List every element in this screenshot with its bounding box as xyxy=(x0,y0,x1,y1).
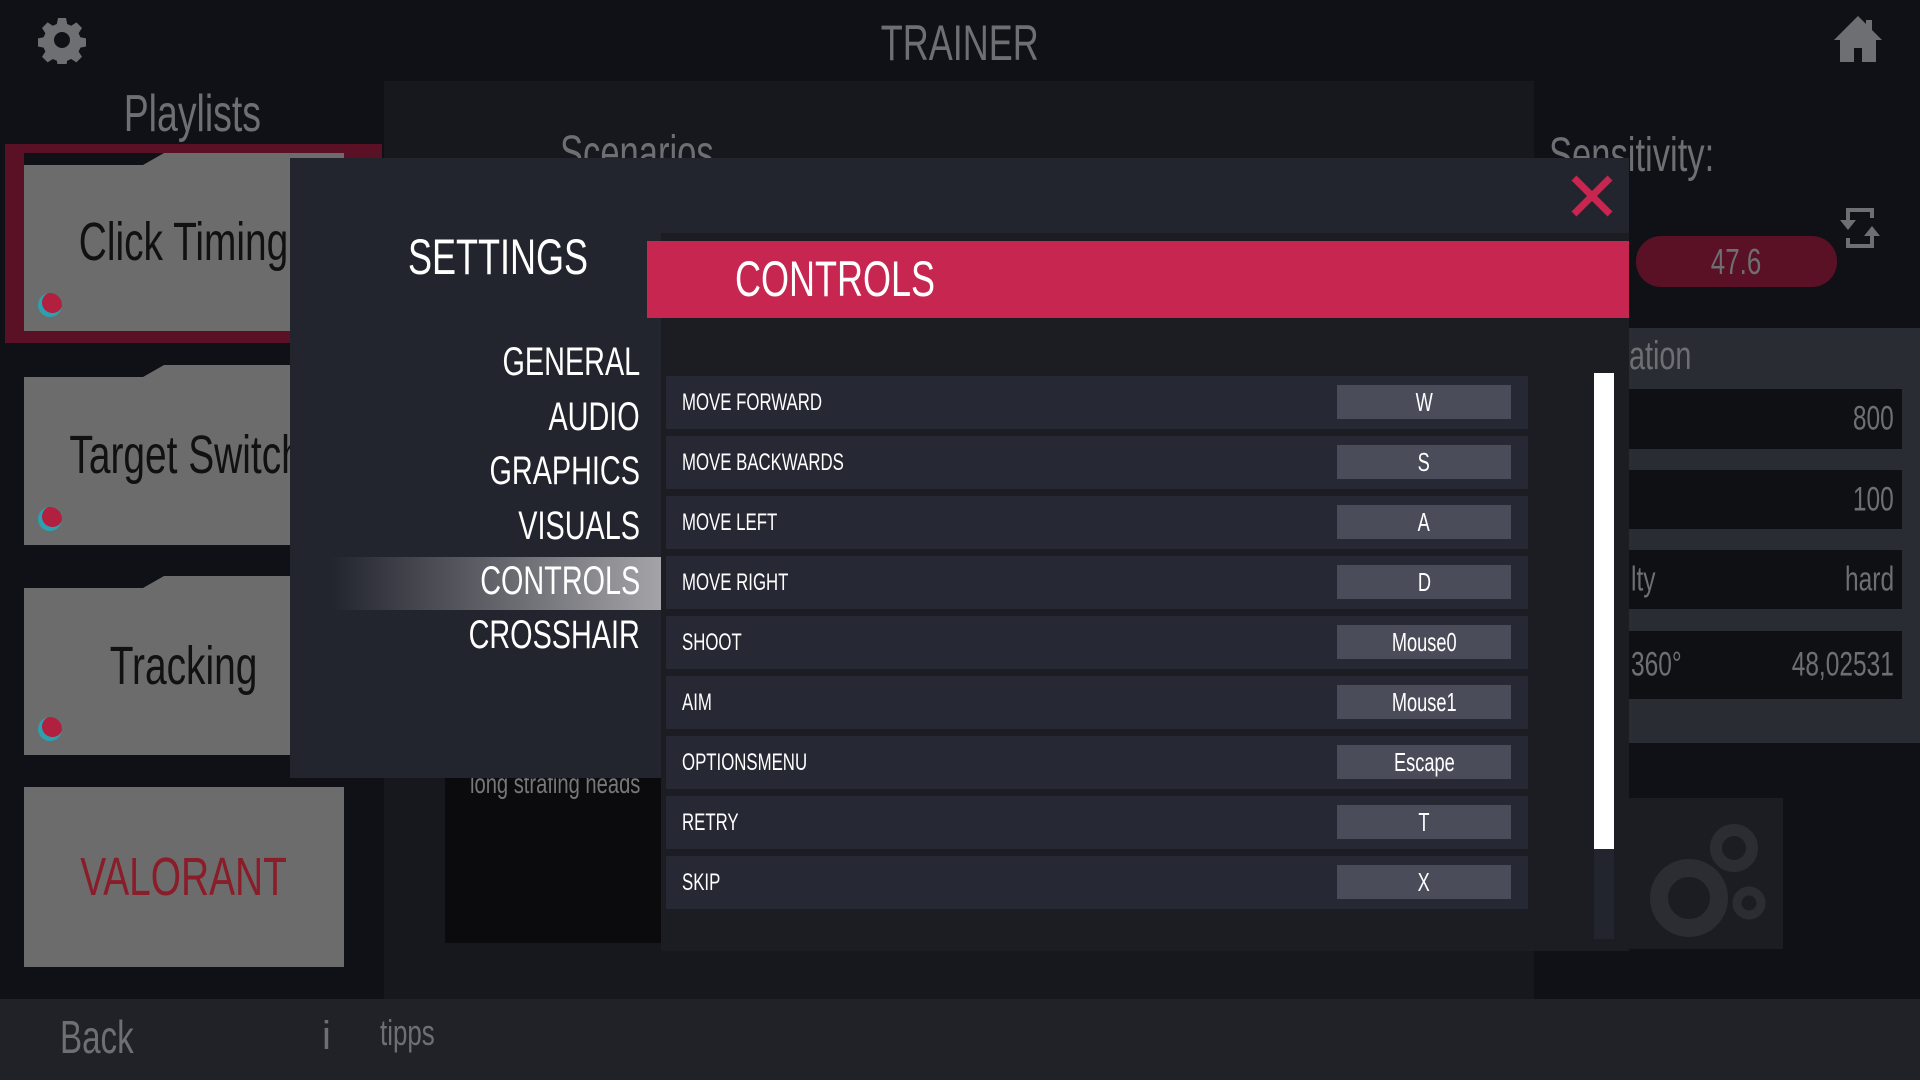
close-button[interactable] xyxy=(1570,174,1614,218)
row-value: 48,02531 xyxy=(1791,645,1894,684)
tipps-label[interactable]: tipps xyxy=(380,1012,456,1054)
card-notch xyxy=(24,365,164,377)
page-title: TRAINER xyxy=(880,15,1040,71)
section-label: ation xyxy=(1629,334,1692,378)
home-button[interactable] xyxy=(1832,14,1884,64)
control-action: SHOOT xyxy=(682,628,742,656)
back-button[interactable]: Back xyxy=(60,1010,162,1064)
control-row: AIM Mouse1 xyxy=(666,676,1528,729)
row-value: hard xyxy=(1844,560,1894,598)
control-action: MOVE RIGHT xyxy=(682,568,789,596)
calc-row[interactable]: lty hard xyxy=(1629,550,1902,609)
keybind-button[interactable]: Mouse0 xyxy=(1337,625,1511,659)
playlist-icon xyxy=(38,507,62,531)
row-value: 800 xyxy=(1853,399,1894,438)
control-row: MOVE BACKWARDS S xyxy=(666,436,1528,489)
calc-row[interactable]: 100 xyxy=(1629,470,1902,529)
keybind-button[interactable]: S xyxy=(1337,445,1511,479)
control-action: MOVE BACKWARDS xyxy=(682,448,844,476)
playlist-icon xyxy=(38,293,62,317)
sensitivity-input[interactable]: 47.6 xyxy=(1636,236,1837,287)
control-row: SHOOT Mouse0 xyxy=(666,616,1528,669)
control-row: RETRY T xyxy=(666,796,1528,849)
card-notch xyxy=(24,153,164,165)
gears-icon xyxy=(1650,824,1766,937)
control-row: SKIP X xyxy=(666,856,1528,909)
control-action: AIM xyxy=(682,688,712,716)
playlists-title: Playlists xyxy=(123,85,261,143)
gears-image xyxy=(1629,798,1783,949)
control-row: MOVE RIGHT D xyxy=(666,556,1528,609)
menu-visuals[interactable]: VISUALS xyxy=(471,504,640,549)
row-value: 100 xyxy=(1853,480,1894,518)
menu-general[interactable]: GENERAL xyxy=(449,340,640,385)
keybind-button[interactable]: X xyxy=(1337,865,1511,899)
section-header: CONTROLS xyxy=(647,241,1629,318)
menu-controls[interactable]: CONTROLS xyxy=(418,559,640,604)
calc-row[interactable]: 360° 48,02531 xyxy=(1629,631,1902,699)
keybind-button[interactable]: A xyxy=(1337,505,1511,539)
control-action: MOVE LEFT xyxy=(682,508,778,536)
row-key: 360° xyxy=(1631,645,1682,684)
calc-row[interactable]: 800 xyxy=(1629,389,1902,449)
playlist-card-valorant[interactable]: VALORANT xyxy=(24,787,344,967)
keybind-button[interactable]: Escape xyxy=(1337,745,1511,779)
info-icon: i xyxy=(322,1014,331,1058)
control-action: SKIP xyxy=(682,868,721,896)
keybind-button[interactable]: T xyxy=(1337,805,1511,839)
playlist-label: VALORANT xyxy=(80,847,288,907)
keybind-button[interactable]: D xyxy=(1337,565,1511,599)
control-action: OPTIONSMENU xyxy=(682,748,808,776)
playlist-icon xyxy=(38,717,62,741)
control-row: MOVE LEFT A xyxy=(666,496,1528,549)
menu-audio[interactable]: AUDIO xyxy=(513,395,640,440)
menu-crosshair[interactable]: CROSSHAIR xyxy=(402,613,640,658)
home-icon xyxy=(1834,16,1882,62)
menu-graphics[interactable]: GRAPHICS xyxy=(431,449,640,494)
keybind-button[interactable]: W xyxy=(1337,385,1511,419)
settings-title: SETTINGS xyxy=(408,229,589,285)
keybind-button[interactable]: Mouse1 xyxy=(1337,685,1511,719)
refresh-icon xyxy=(1840,208,1880,248)
control-row: OPTIONSMENU Escape xyxy=(666,736,1528,789)
close-icon xyxy=(1571,175,1613,217)
card-notch xyxy=(24,576,164,588)
control-action: RETRY xyxy=(682,808,739,836)
control-action: MOVE FORWARD xyxy=(682,388,823,416)
scrollbar-thumb[interactable] xyxy=(1594,373,1614,849)
control-row: MOVE FORWARD W xyxy=(666,376,1528,429)
row-key: lty xyxy=(1631,560,1656,598)
footer-bar xyxy=(0,999,1920,1080)
reset-button[interactable] xyxy=(1840,206,1880,250)
